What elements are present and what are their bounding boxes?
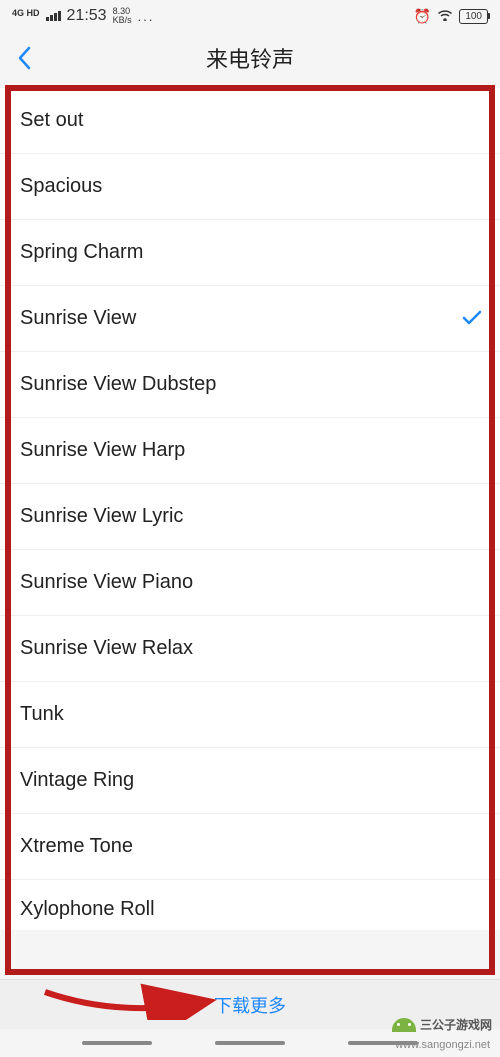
- battery-icon: 100: [459, 9, 488, 24]
- alarm-icon: ⏰: [414, 8, 431, 25]
- download-more-button[interactable]: 下载更多: [214, 992, 286, 1018]
- status-bar: 4G HD 21:53 8.30 KB/s ... ⏰ 100: [0, 0, 500, 32]
- page-header: 来电铃声: [0, 32, 500, 84]
- ringtone-name: Sunrise View: [20, 307, 136, 330]
- status-time: 21:53: [67, 7, 107, 25]
- ringtone-name: Xtreme Tone: [20, 835, 133, 858]
- ringtone-item[interactable]: Xtreme Tone: [0, 814, 500, 880]
- wifi-icon: [437, 8, 453, 24]
- nav-back-button[interactable]: [82, 1041, 152, 1045]
- status-right: ⏰ 100: [414, 8, 488, 25]
- ringtone-item[interactable]: Tunk: [0, 682, 500, 748]
- nav-home-button[interactable]: [215, 1041, 285, 1045]
- ringtone-item[interactable]: Sunrise View: [0, 286, 500, 352]
- ringtone-item[interactable]: Sunrise View Piano: [0, 550, 500, 616]
- ringtone-item[interactable]: Set out: [0, 88, 500, 154]
- back-button[interactable]: [0, 34, 48, 82]
- ringtone-name: Xylophone Roll: [20, 898, 155, 921]
- status-speed: 8.30 KB/s: [113, 7, 132, 25]
- ringtone-name: Sunrise View Dubstep: [20, 373, 216, 396]
- more-icon: ...: [138, 9, 155, 24]
- ringtone-item[interactable]: Sunrise View Relax: [0, 616, 500, 682]
- ringtone-name: Spring Charm: [20, 241, 143, 264]
- ringtone-name: Tunk: [20, 703, 64, 726]
- android-icon: [392, 1018, 416, 1032]
- ringtone-item[interactable]: Sunrise View Dubstep: [0, 352, 500, 418]
- ringtone-name: Sunrise View Harp: [20, 439, 185, 462]
- ringtone-name: Spacious: [20, 175, 102, 198]
- checkmark-icon: [462, 306, 482, 332]
- signal-icon: [46, 11, 61, 21]
- ringtone-name: Set out: [20, 109, 83, 132]
- watermark-label: 三公子游戏网: [420, 1016, 492, 1033]
- watermark-url: www.sangongzi.net: [395, 1039, 490, 1051]
- ringtone-item[interactable]: Spacious: [0, 154, 500, 220]
- ringtone-name: Sunrise View Lyric: [20, 505, 183, 528]
- annotation-arrow-icon: [40, 980, 220, 1025]
- ringtone-name: Sunrise View Piano: [20, 571, 193, 594]
- ringtone-item[interactable]: Spring Charm: [0, 220, 500, 286]
- ringtone-item[interactable]: Sunrise View Lyric: [0, 484, 500, 550]
- watermark-badge: 三公子游戏网: [392, 1016, 492, 1033]
- network-type: 4G HD: [12, 9, 40, 18]
- ringtone-item[interactable]: Sunrise View Harp: [0, 418, 500, 484]
- status-left: 4G HD 21:53 8.30 KB/s ...: [12, 7, 154, 25]
- ringtone-name: Vintage Ring: [20, 769, 134, 792]
- ringtone-item[interactable]: Vintage Ring: [0, 748, 500, 814]
- ringtone-name: Sunrise View Relax: [20, 637, 193, 660]
- page-title: 来电铃声: [206, 42, 294, 74]
- ringtone-item[interactable]: Xylophone Roll: [0, 880, 500, 930]
- ringtone-list[interactable]: Set out Spacious Spring Charm Sunrise Vi…: [0, 88, 500, 930]
